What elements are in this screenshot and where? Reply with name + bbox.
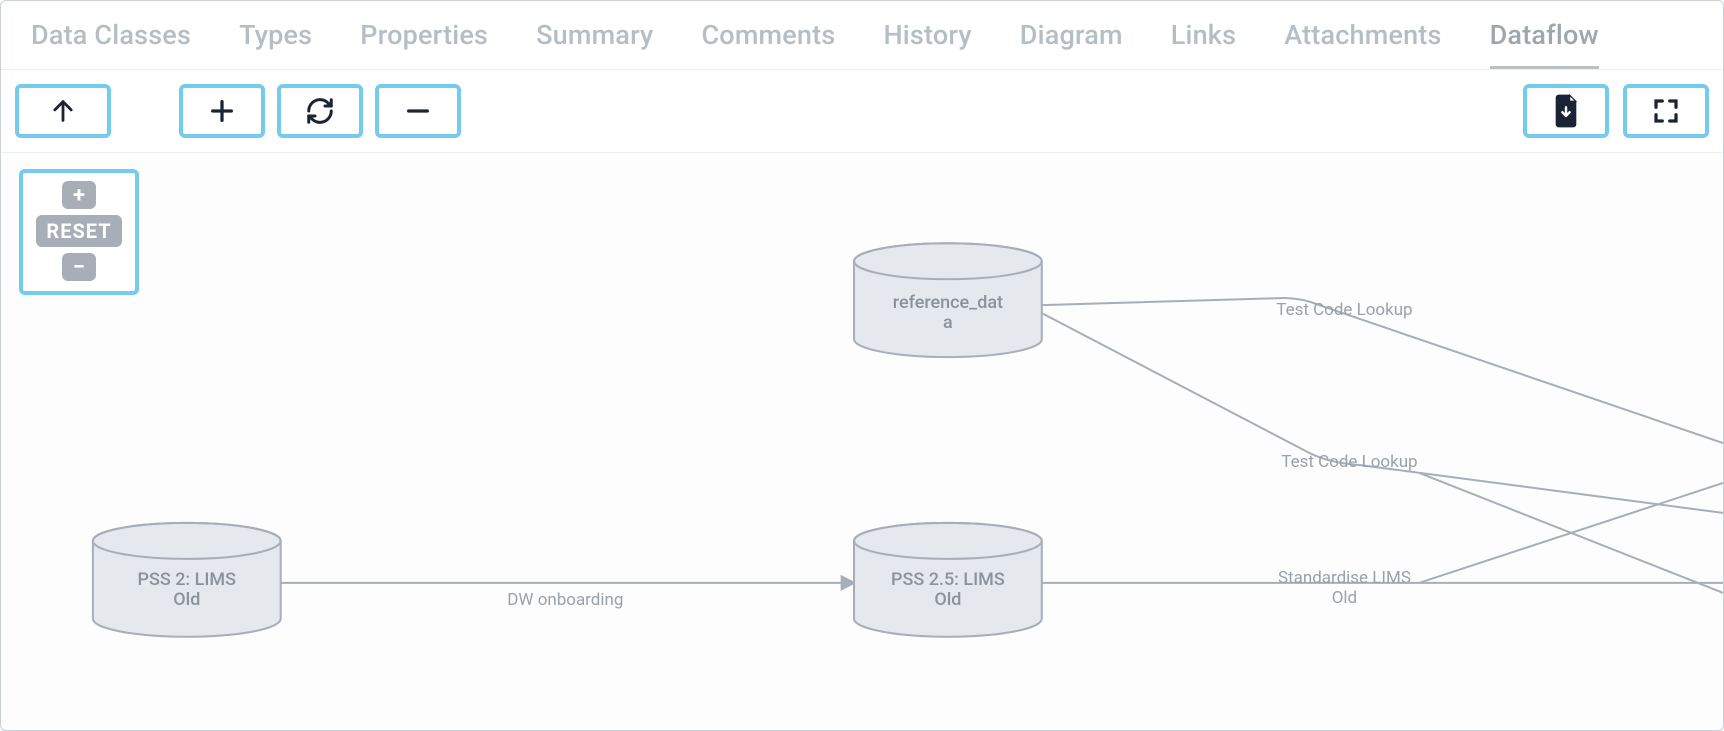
tab-properties[interactable]: Properties: [360, 19, 488, 51]
edge-label-std2: Old: [1332, 588, 1357, 608]
tab-bar: Data Classes Types Properties Summary Co…: [1, 1, 1723, 70]
tab-history[interactable]: History: [883, 19, 971, 51]
tab-comments[interactable]: Comments: [701, 19, 835, 51]
diagram-canvas[interactable]: DW onboarding Test Code Lookup Test Code…: [1, 153, 1723, 724]
node-label: reference_dat: [893, 292, 1003, 313]
zoom-panel-plus-button[interactable]: +: [62, 181, 96, 209]
edge-label-dw: DW onboarding: [507, 590, 623, 610]
edge-label-tc1: Test Code Lookup: [1276, 300, 1412, 320]
node-label: Old: [173, 589, 200, 610]
arrow-up-icon: [49, 97, 77, 125]
edge-label-tc2: Test Code Lookup: [1281, 452, 1417, 472]
zoom-group: [179, 84, 461, 138]
tab-links[interactable]: Links: [1171, 19, 1236, 51]
tab-diagram[interactable]: Diagram: [1020, 19, 1123, 51]
edge-tc2[interactable]: [1042, 313, 1723, 513]
fullscreen-button[interactable]: [1623, 84, 1709, 138]
node-label: PSS 2.5: LIMS: [891, 569, 1005, 590]
up-button[interactable]: [15, 84, 111, 138]
node-label: Old: [934, 589, 961, 610]
node-label: a: [943, 312, 953, 333]
edge-cross-2: [1419, 473, 1723, 593]
diagram-svg: DW onboarding Test Code Lookup Test Code…: [1, 153, 1723, 724]
node-reference-data[interactable]: reference_dat a: [854, 243, 1042, 357]
tab-dataflow[interactable]: Dataflow: [1490, 19, 1599, 51]
zoom-in-button[interactable]: [179, 84, 265, 138]
tab-attachments[interactable]: Attachments: [1284, 19, 1441, 51]
download-button[interactable]: [1523, 84, 1609, 138]
edge-label-std1: Standardise LIMS: [1278, 568, 1411, 588]
tab-types[interactable]: Types: [239, 19, 312, 51]
node-label: PSS 2: LIMS: [138, 569, 237, 590]
toolbar: [1, 70, 1723, 153]
refresh-button[interactable]: [277, 84, 363, 138]
node-pss2[interactable]: PSS 2: LIMS Old: [93, 523, 281, 637]
tab-data-classes[interactable]: Data Classes: [31, 19, 191, 51]
refresh-icon: [305, 96, 335, 126]
node-pss25[interactable]: PSS 2.5: LIMS Old: [854, 523, 1042, 637]
app-frame: Data Classes Types Properties Summary Co…: [0, 0, 1724, 731]
plus-icon: [208, 97, 236, 125]
minus-icon: [404, 97, 432, 125]
tab-summary[interactable]: Summary: [536, 19, 653, 51]
zoom-panel-minus-button[interactable]: −: [62, 253, 96, 281]
fullscreen-icon: [1651, 96, 1681, 126]
file-download-icon: [1551, 94, 1581, 128]
zoom-panel-reset-button[interactable]: RESET: [36, 215, 121, 247]
zoom-panel: + RESET −: [19, 169, 139, 295]
zoom-out-button[interactable]: [375, 84, 461, 138]
